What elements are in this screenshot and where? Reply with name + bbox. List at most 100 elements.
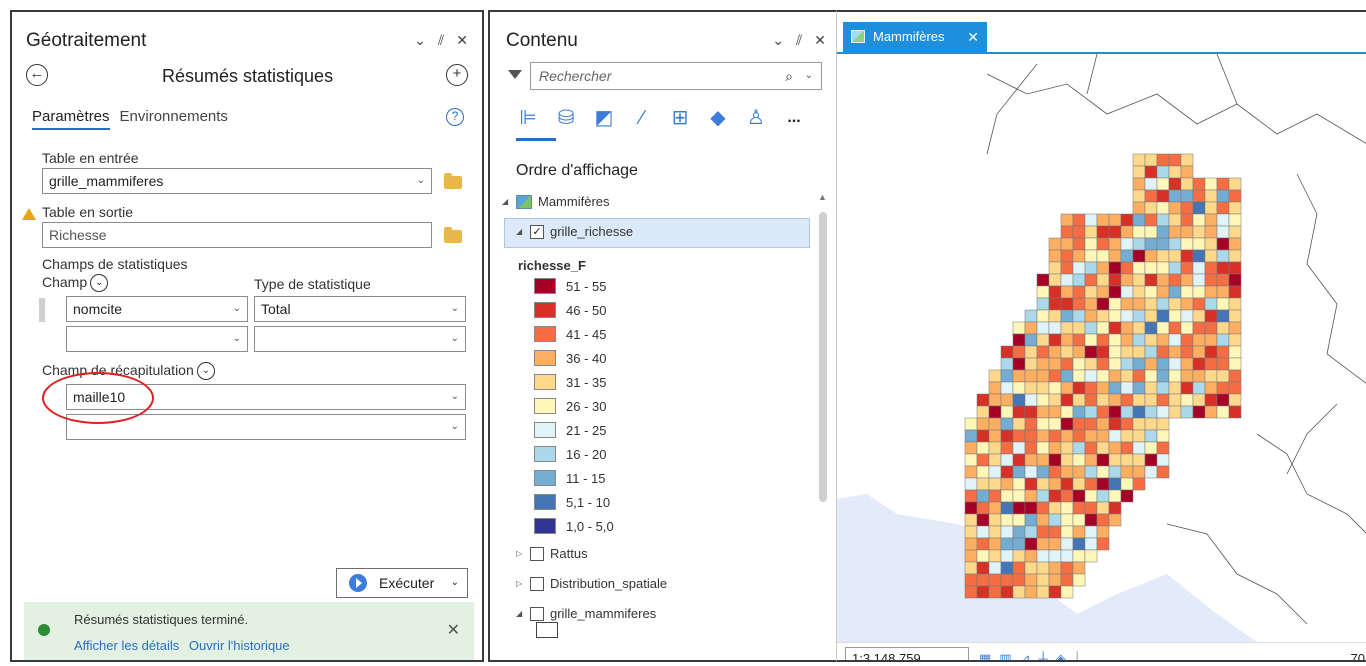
list-by-snapping-icon[interactable]: ⊞ xyxy=(668,106,692,130)
scroll-down-icon[interactable]: ▼ xyxy=(818,658,827,660)
table-icon[interactable]: ▥ xyxy=(999,651,1011,660)
list-by-perspective-icon[interactable]: ♙ xyxy=(744,106,768,130)
layer-grille-richesse[interactable]: ◢ ✓ grille_richesse xyxy=(516,224,633,239)
run-button[interactable]: Exécuter ⌄ xyxy=(336,568,468,598)
chevron-down-icon[interactable]: ⌄ xyxy=(954,648,962,660)
crosshair-icon[interactable]: ┼ xyxy=(1039,651,1048,660)
grid-icon[interactable]: ▦ xyxy=(979,651,991,660)
chevron-down-icon[interactable]: ⌄ xyxy=(805,63,813,89)
legend-item[interactable]: 5,1 - 10 xyxy=(534,494,610,510)
tab-environments[interactable]: Environnements xyxy=(120,108,228,130)
chevron-down-icon[interactable]: ⌄ xyxy=(451,415,459,439)
expand-triangle-icon[interactable]: ◢ xyxy=(502,197,510,206)
grid-cell xyxy=(1096,237,1110,251)
legend-swatch[interactable] xyxy=(534,494,556,510)
legend-swatch[interactable] xyxy=(534,326,556,342)
close-icon[interactable]: ✕ xyxy=(447,620,460,640)
legend-swatch[interactable] xyxy=(534,350,556,366)
checkbox-checked[interactable]: ✓ xyxy=(530,224,544,239)
chevron-down-icon[interactable]: ⌄ xyxy=(772,32,784,49)
scale-select[interactable]: 1:3 148 759 ⌄ xyxy=(845,647,969,660)
layer-rattus[interactable]: ▷ Rattus xyxy=(516,546,588,561)
search-input[interactable]: Rechercher ⌕ ⌄ xyxy=(530,62,822,90)
list-by-drawing-order-icon[interactable]: ⊫ xyxy=(516,106,540,130)
chevron-down-icon[interactable]: ⌄ xyxy=(233,327,241,351)
stat-type-select-1[interactable]: Total ⌄ xyxy=(254,296,466,322)
list-by-source-icon[interactable]: ⛁ xyxy=(554,106,578,130)
checkbox[interactable] xyxy=(530,576,544,591)
list-by-selection-icon[interactable]: ◩ xyxy=(592,106,616,130)
filter-icon[interactable] xyxy=(508,70,522,79)
expand-triangle-icon[interactable]: ◢ xyxy=(516,609,524,618)
legend-item[interactable]: 41 - 45 xyxy=(534,326,606,342)
legend-swatch[interactable] xyxy=(534,278,556,294)
help-icon[interactable]: ? xyxy=(446,108,464,126)
legend-item[interactable]: 21 - 25 xyxy=(534,422,606,438)
chevron-down-icon[interactable]: ⌄ xyxy=(451,569,459,597)
back-arrow-icon[interactable]: ← xyxy=(26,64,48,86)
search-icon[interactable]: ⌕ xyxy=(785,63,793,89)
grid-cell xyxy=(1012,573,1026,587)
chevron-down-icon[interactable]: ⌄ xyxy=(233,297,241,321)
legend-item[interactable]: 31 - 35 xyxy=(534,374,606,390)
folder-icon[interactable] xyxy=(444,227,462,243)
checkbox[interactable] xyxy=(530,546,544,561)
chevron-down-icon[interactable]: ⌄ xyxy=(196,362,215,381)
more-icon[interactable]: ... xyxy=(782,106,806,130)
output-table-field[interactable]: Richesse xyxy=(42,222,432,248)
list-by-editing-icon[interactable]: ⁄ xyxy=(630,106,654,130)
chevron-down-icon[interactable]: ⌄ xyxy=(414,32,426,49)
add-icon[interactable]: + xyxy=(446,64,468,86)
legend-item[interactable]: 11 - 15 xyxy=(534,470,606,486)
legend-swatch[interactable] xyxy=(534,470,556,486)
layer-distribution-spatiale[interactable]: ▷ Distribution_spatiale xyxy=(516,576,667,591)
legend-item[interactable]: 51 - 55 xyxy=(534,278,606,294)
checkbox[interactable] xyxy=(530,606,544,621)
layer-grille-mammiferes[interactable]: ◢ grille_mammiferes xyxy=(516,606,656,621)
collapse-triangle-icon[interactable]: ▷ xyxy=(516,549,524,558)
legend-item[interactable]: 26 - 30 xyxy=(534,398,606,414)
legend-swatch[interactable] xyxy=(534,422,556,438)
scrollbar[interactable]: ▲ ▼ xyxy=(818,192,828,660)
chevron-down-icon[interactable]: ⌄ xyxy=(90,274,109,293)
drag-handle[interactable] xyxy=(39,298,45,322)
map-svg[interactable] xyxy=(837,54,1366,642)
legend-item[interactable]: 1,0 - 5,0 xyxy=(534,518,614,534)
chevron-down-icon[interactable]: ⌄ xyxy=(451,297,459,321)
chevron-down-icon[interactable]: ⌄ xyxy=(451,385,459,409)
list-by-labeling-icon[interactable]: ◆ xyxy=(706,106,730,130)
map-canvas[interactable] xyxy=(837,54,1366,642)
legend-item[interactable]: 16 - 20 xyxy=(534,446,606,462)
tab-parameters[interactable]: Paramètres xyxy=(32,108,110,130)
close-icon[interactable]: ✕ xyxy=(967,22,979,52)
scroll-up-icon[interactable]: ▲ xyxy=(818,192,827,202)
chevron-down-icon[interactable]: ⌄ xyxy=(417,169,425,193)
legend-swatch[interactable] xyxy=(534,518,556,534)
folder-icon[interactable] xyxy=(444,173,462,189)
expand-triangle-icon[interactable]: ◢ xyxy=(516,227,524,236)
legend-swatch[interactable] xyxy=(534,446,556,462)
input-table-field[interactable]: grille_mammiferes ⌄ xyxy=(42,168,432,194)
scroll-thumb[interactable] xyxy=(819,212,827,502)
legend-swatch[interactable] xyxy=(534,302,556,318)
legend-swatch[interactable] xyxy=(534,398,556,414)
close-icon[interactable]: ✕ xyxy=(456,32,468,49)
stat-field-select-1[interactable]: nomcite ⌄ xyxy=(66,296,248,322)
legend-item[interactable]: 46 - 50 xyxy=(534,302,606,318)
pin-icon[interactable]: ⫽ xyxy=(438,32,444,49)
pin-icon[interactable]: ⫽ xyxy=(796,32,802,49)
legend-item[interactable]: 36 - 40 xyxy=(534,350,606,366)
stat-type-select-2[interactable]: ⌄ xyxy=(254,326,466,352)
collapse-triangle-icon[interactable]: ▷ xyxy=(516,579,524,588)
legend-swatch[interactable] xyxy=(534,374,556,390)
view-details-link[interactable]: Afficher les détails xyxy=(74,638,179,653)
chevron-down-icon[interactable]: ⌄ xyxy=(451,327,459,351)
stat-field-select-2[interactable]: ⌄ xyxy=(66,326,248,352)
map-tab[interactable]: Mammifères ✕ xyxy=(843,22,987,52)
refresh-icon[interactable]: ◈ xyxy=(1056,651,1066,660)
symbol-swatch[interactable] xyxy=(536,622,558,638)
coordinates-icon[interactable]: ⊿ xyxy=(1020,651,1031,660)
open-history-link[interactable]: Ouvrir l'historique xyxy=(189,638,290,653)
close-icon[interactable]: ✕ xyxy=(814,32,826,49)
layer-map[interactable]: ◢ Mammifères xyxy=(502,194,610,209)
